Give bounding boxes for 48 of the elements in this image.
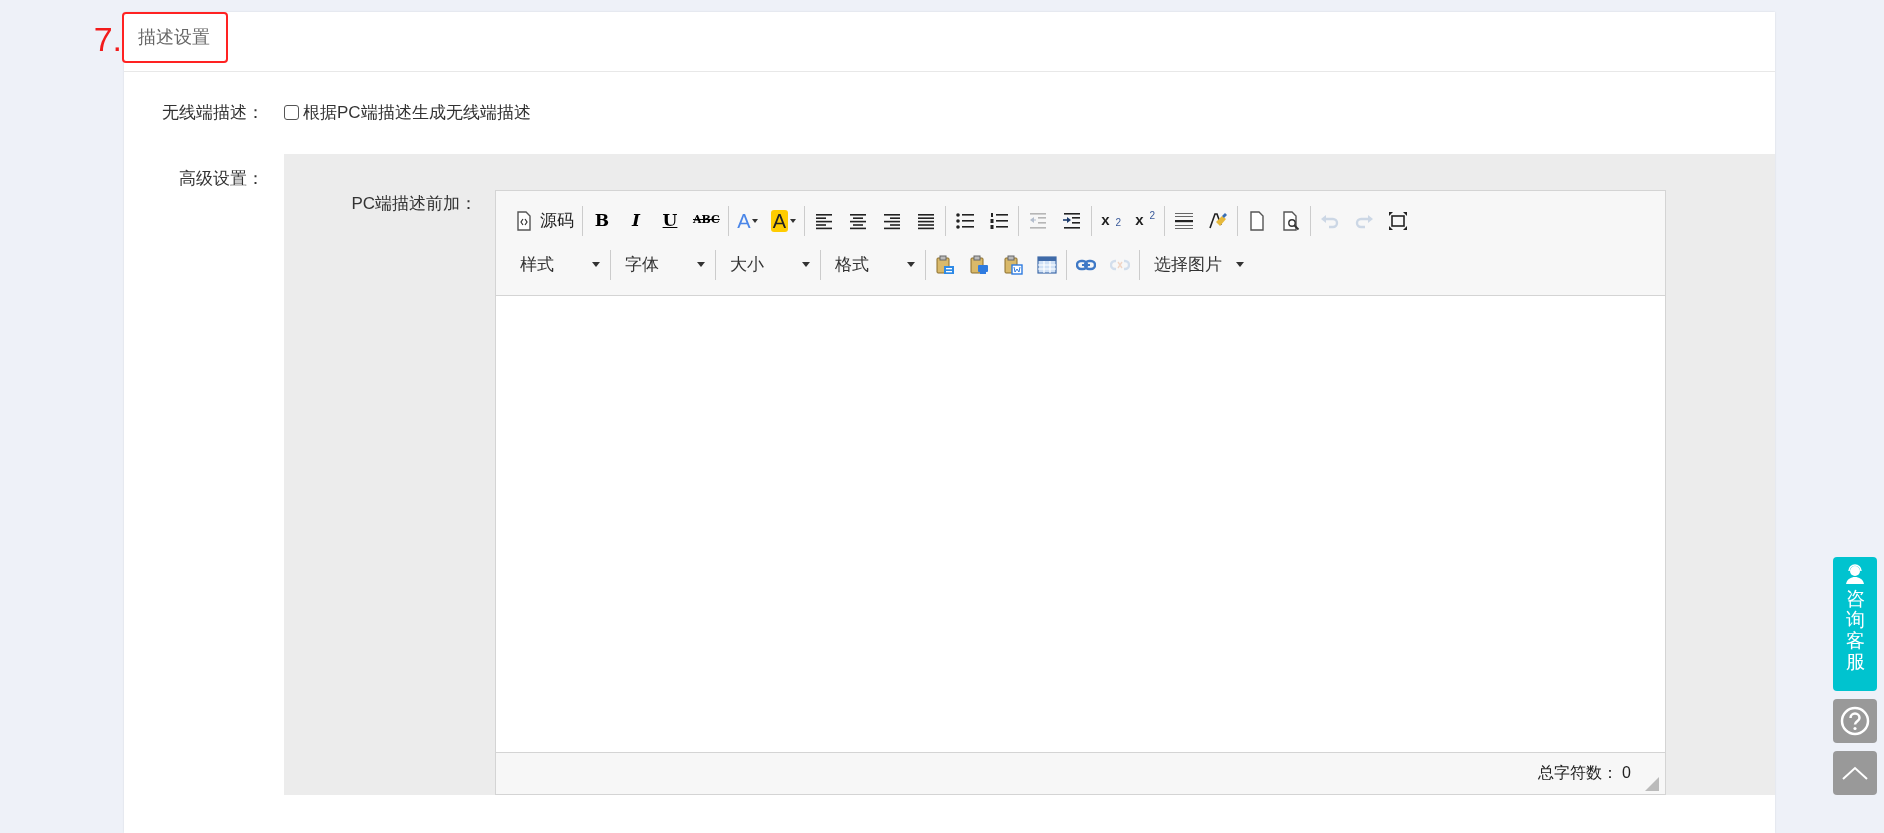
fullscreen-icon — [1388, 210, 1409, 231]
table-icon — [1037, 254, 1057, 275]
code-file-icon — [514, 210, 534, 231]
checkbox[interactable] — [284, 105, 299, 121]
char-count-label: 总字符数： — [1538, 763, 1619, 783]
caret-icon — [592, 262, 600, 267]
horizontal-rule-icon — [1174, 210, 1195, 231]
checkbox-option[interactable]: 根据PC端描述生成无线端描述 — [284, 100, 531, 126]
back-to-top-button[interactable] — [1833, 751, 1877, 795]
paste-document-icon — [1003, 254, 1023, 275]
help-button[interactable] — [1833, 699, 1877, 743]
step-number: 7. — [93, 22, 122, 56]
bold-button[interactable]: B — [587, 205, 617, 236]
section-title: 描述设置 — [122, 12, 228, 63]
field-label: PC端描述前加： — [350, 192, 478, 215]
bullet-list-icon — [955, 210, 976, 231]
caret-icon — [752, 218, 759, 223]
source-code-button[interactable]: 源码 — [510, 205, 578, 236]
page-magnifier-icon — [1281, 210, 1302, 231]
outdent-icon — [1028, 210, 1049, 231]
highlight-color-button[interactable]: A — [766, 205, 801, 236]
toolbar-dropdown[interactable]: 样式 — [510, 249, 606, 280]
toolbar-dropdown[interactable]: 字体 — [615, 249, 711, 280]
toolbar-dropdown[interactable]: 大小 — [720, 249, 816, 280]
strikethrough-button[interactable]: ABC — [689, 205, 724, 236]
resize-handle-icon[interactable] — [1645, 776, 1659, 791]
caret-icon — [1236, 262, 1244, 267]
toolbar-dropdown[interactable]: 格式 — [825, 249, 921, 280]
field-label: 高级设置： — [178, 167, 265, 190]
subscript-button[interactable]: x$_{2}$ — [1096, 205, 1127, 236]
underline-button[interactable]: U — [655, 205, 685, 236]
image-dropdown[interactable]: 选择图片 — [1144, 249, 1250, 280]
headset-person-icon — [1844, 563, 1866, 585]
chevron-up-icon — [1841, 765, 1869, 781]
paintbrush-icon — [1208, 210, 1229, 231]
caret-icon — [697, 262, 705, 267]
paste-icon — [935, 254, 955, 275]
superscript-button[interactable]: x$^{2}$ — [1130, 205, 1161, 236]
paste-text-icon — [969, 254, 989, 275]
caret-icon — [790, 218, 797, 223]
italic-button[interactable]: I — [621, 205, 651, 236]
help-icon — [1840, 706, 1870, 736]
caret-icon — [907, 262, 915, 267]
char-count: 0 — [1622, 763, 1631, 783]
numbered-list-icon — [989, 210, 1010, 231]
caret-icon — [802, 262, 810, 267]
field-label: 无线端描述： — [161, 102, 265, 124]
indent-icon — [1062, 210, 1083, 231]
